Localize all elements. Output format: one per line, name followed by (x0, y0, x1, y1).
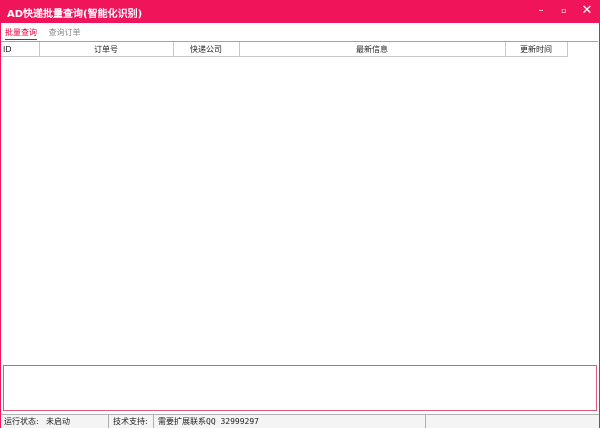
status-divider (153, 415, 154, 428)
status-divider (425, 415, 426, 428)
column-header-latest-info[interactable]: 最新信息 (239, 42, 506, 57)
log-textarea[interactable] (3, 365, 597, 411)
table-header-row: ID 订单号 快递公司 最新信息 更新时间 (1, 42, 568, 57)
support-contact: 需要扩展联系QQ 32999297 (158, 417, 259, 426)
tab-bar: 批量查询 查询订单 (5, 27, 90, 40)
run-status-label: 运行状态: (4, 417, 39, 426)
window-title: AD快递批量查询(智能化识别) (7, 9, 143, 20)
support-label: 技术支持: (113, 417, 148, 426)
tab-batch-query[interactable]: 批量查询 (5, 27, 37, 40)
minimize-button[interactable]: – (531, 2, 551, 22)
results-table-area[interactable]: ID 订单号 快递公司 最新信息 更新时间 (1, 41, 598, 364)
column-header-courier[interactable]: 快递公司 (173, 42, 240, 57)
status-divider (108, 415, 109, 428)
maximize-button[interactable]: ▫ (554, 2, 574, 22)
title-bar[interactable]: AD快递批量查询(智能化识别) – ▫ ✕ (1, 1, 599, 23)
results-table: ID 订单号 快递公司 最新信息 更新时间 (1, 42, 568, 57)
status-bar: 运行状态: 未启动 技术支持: 需要扩展联系QQ 32999297 (1, 414, 599, 428)
run-status-value: 未启动 (46, 417, 70, 426)
tab-query-orders[interactable]: 查询订单 (49, 27, 81, 39)
column-header-id[interactable]: ID (1, 42, 40, 57)
column-header-update-time[interactable]: 更新时间 (505, 42, 568, 57)
app-window: AD快递批量查询(智能化识别) – ▫ ✕ 批量查询 查询订单 ID 订单号 快… (0, 0, 600, 428)
column-header-order-number[interactable]: 订单号 (39, 42, 174, 57)
close-button[interactable]: ✕ (577, 2, 597, 22)
